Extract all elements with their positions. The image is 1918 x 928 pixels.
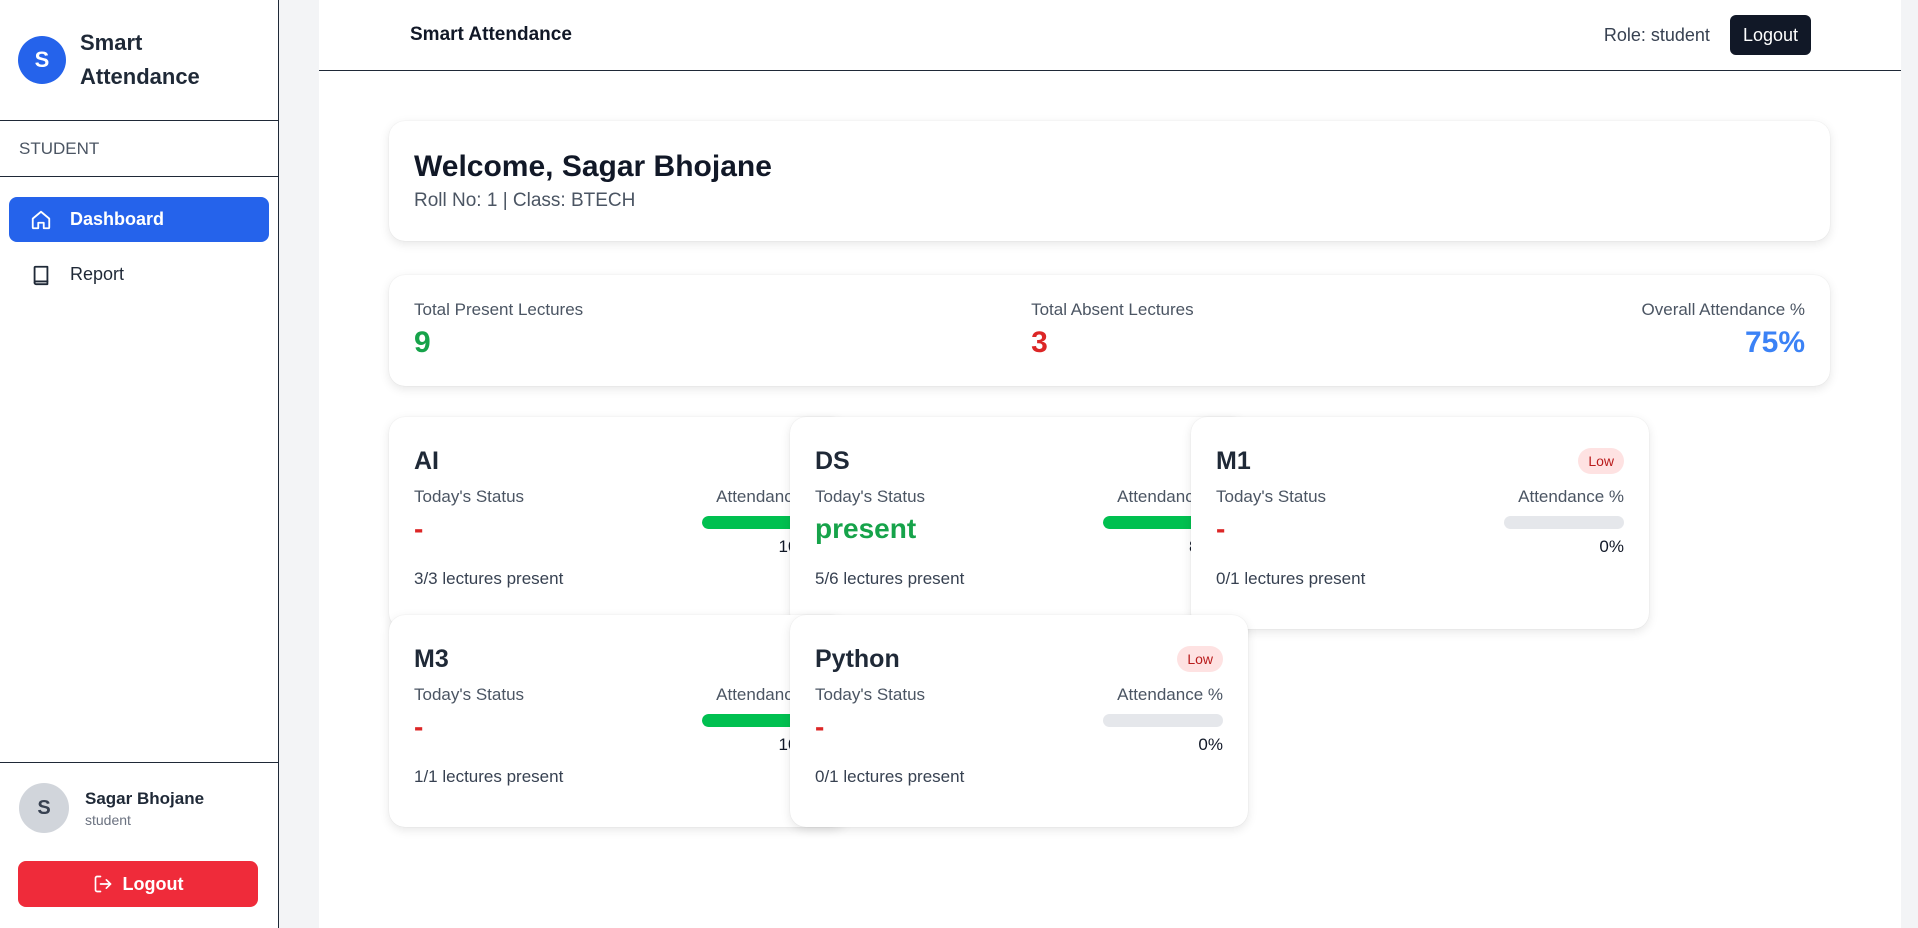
status-label: Today's Status [815,685,926,704]
main-content: Smart Attendance Role: student Logout We… [319,0,1901,928]
stat-label: Total Present Lectures [414,300,584,319]
subject-name: M3 [414,644,449,673]
sidebar-item-dashboard[interactable]: Dashboard [9,197,269,242]
stat-value: 3 [1031,326,1048,359]
sidebar-logout-button[interactable]: Logout [18,861,258,907]
sidebar-item-report[interactable]: Report [9,252,269,297]
stat-label: Overall Attendance % [1641,300,1805,319]
user-text: Sagar Bhojane student [85,789,204,828]
subject-head: M1 Low [1216,445,1624,477]
subject-head: AI [414,445,822,477]
welcome-card: Welcome, Sagar Bhojane Roll No: 1 | Clas… [389,121,1830,241]
subject-row: Today's Status - Attendance % 100% [414,685,822,755]
stat-overall: Overall Attendance % 75% [1642,300,1805,361]
subject-row: Today's Status - Attendance % 100% [414,487,822,557]
attendance-label: Attendance % [1117,685,1223,704]
subject-row: Today's Status - Attendance % 0% [815,685,1223,755]
brand-logo: S [18,36,66,84]
user-block: S Sagar Bhojane student Logout [0,762,278,928]
topbar-logout-button[interactable]: Logout [1729,15,1811,55]
avatar: S [19,783,69,833]
status-col: Today's Status - [815,685,925,755]
book-icon [30,264,52,286]
sidebar-item-label: Dashboard [70,209,165,229]
subject-name: AI [414,446,439,475]
role-text: Role: student [1603,24,1710,45]
lectures-count: 1/1 lectures present [414,767,564,786]
stats-card: Total Present Lectures 9 Total Absent Le… [389,275,1830,386]
subject-name: DS [815,446,850,475]
subject-card-m3: M3 Today's Status - Attendance % 100% 1/… [389,615,847,827]
attendance-label: Attendance % [1518,487,1624,506]
stat-present: Total Present Lectures 9 [414,300,583,361]
subject-name: Python [815,644,900,673]
stat-absent: Total Absent Lectures 3 [1031,300,1194,361]
welcome-title: Welcome, Sagar Bhojane [414,150,772,183]
attendance-percent: 0% [1599,537,1624,556]
subject-head: DS [815,445,1223,477]
subject-name: M1 [1216,446,1251,475]
attendance-col: Attendance % 0% [1504,487,1624,557]
status-col: Today's Status - [414,487,524,557]
attendance-progress-bar [1103,714,1223,727]
subject-head: Python Low [815,643,1223,675]
welcome-subtitle: Roll No: 1 | Class: BTECH [414,190,636,211]
subject-head: M3 [414,643,822,675]
attendance-percent: 0% [1198,735,1223,754]
status-value: present [815,513,917,544]
lectures-count: 3/3 lectures present [414,569,564,588]
status-label: Today's Status [414,487,525,506]
stat-value: 9 [414,326,431,359]
user-info: S Sagar Bhojane student [0,763,278,833]
status-value: - [414,711,424,742]
lectures-count: 5/6 lectures present [815,569,965,588]
home-icon [30,209,52,231]
status-label: Today's Status [414,685,525,704]
sidebar-nav: Dashboard Report [0,177,278,297]
status-col: Today's Status present [815,487,925,557]
subject-row: Today's Status - Attendance % 0% [1216,487,1624,557]
sidebar: S Smart Attendance STUDENT Dashboard Rep… [0,0,279,928]
topbar: Smart Attendance Role: student Logout [319,0,1901,71]
topbar-title: Smart Attendance [410,24,572,45]
subject-card-m1: M1 Low Today's Status - Attendance % 0% … [1191,417,1649,629]
subject-card-ds: DS Today's Status present Attendance % 8… [790,417,1248,629]
subject-card-ai: AI Today's Status - Attendance % 100% 3/… [389,417,847,629]
subject-row: Today's Status present Attendance % 83% [815,487,1223,557]
status-label: Today's Status [1216,487,1327,506]
subject-card-python: Python Low Today's Status - Attendance %… [790,615,1248,827]
status-label: Today's Status [815,487,926,506]
status-value: - [1216,513,1226,544]
status-value: - [815,711,825,742]
low-badge: Low [1177,646,1223,672]
attendance-progress-fill [1103,516,1203,529]
sidebar-role-label: STUDENT [0,121,278,177]
stat-value: 75% [1744,326,1805,359]
status-value: - [414,513,424,544]
sidebar-item-label: Report [70,264,125,284]
logout-icon [94,875,111,893]
topbar-right: Role: student Logout [1604,15,1811,55]
logout-label: Logout [122,873,184,894]
status-col: Today's Status - [414,685,524,755]
attendance-col: Attendance % 0% [1103,685,1223,755]
lectures-count: 0/1 lectures present [1216,569,1366,588]
brand: S Smart Attendance [0,0,278,121]
attendance-progress-bar [1504,516,1624,529]
low-badge: Low [1578,448,1624,474]
lectures-count: 0/1 lectures present [815,767,965,786]
status-col: Today's Status - [1216,487,1326,557]
stat-label: Total Absent Lectures [1031,300,1194,319]
user-role: student [85,811,131,828]
brand-name: Smart Attendance [80,30,200,89]
user-name: Sagar Bhojane [85,788,205,808]
